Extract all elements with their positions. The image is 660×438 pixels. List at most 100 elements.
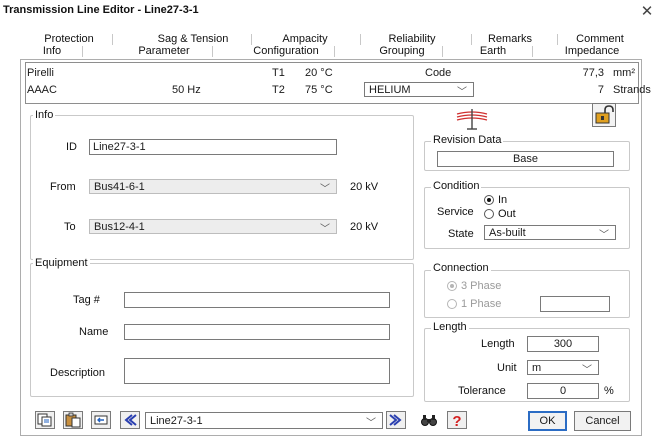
chevron-down-icon: ﹀	[582, 365, 592, 376]
one-phase-label: 1 Phase	[461, 298, 502, 310]
state-select[interactable]: As-built ﹀	[484, 225, 616, 241]
name-input[interactable]	[124, 324, 390, 340]
code-label: Code	[425, 67, 452, 79]
close-icon[interactable]: ✕	[639, 2, 655, 20]
chevron-down-icon: ﹀	[457, 87, 467, 98]
tolerance-input[interactable]: 0	[527, 383, 599, 399]
id-value: Line27-3-1	[93, 141, 146, 153]
tab-separator	[112, 34, 113, 45]
tab-configuration[interactable]: Configuration	[232, 45, 340, 57]
three-phase-radio[interactable]	[447, 281, 457, 291]
tab-comment[interactable]: Comment	[562, 33, 638, 45]
tolerance-label: Tolerance	[458, 385, 506, 397]
line-navigator-value: Line27-3-1	[150, 415, 203, 427]
code-value: HELIUM	[369, 84, 411, 96]
tolerance-unit: %	[604, 385, 614, 397]
tab-info[interactable]: Info	[30, 45, 74, 57]
t1-value: 20 °C	[305, 67, 333, 79]
tab-separator	[334, 46, 335, 57]
help-icon: ?	[452, 413, 461, 430]
tower-icon	[456, 107, 488, 131]
copy-button[interactable]	[35, 411, 55, 429]
tab-impedance[interactable]: Impedance	[546, 45, 638, 57]
unit-select[interactable]: m ﹀	[527, 360, 599, 376]
undo-button[interactable]	[91, 411, 111, 429]
next-icon	[389, 414, 402, 426]
next-button[interactable]	[386, 411, 406, 429]
area-unit: mm²	[613, 67, 635, 79]
tag-input[interactable]	[124, 292, 390, 308]
tab-sag-tension[interactable]: Sag & Tension	[142, 33, 244, 45]
tab-remarks[interactable]: Remarks	[470, 33, 550, 45]
phase-input[interactable]	[540, 296, 610, 312]
previous-button[interactable]	[120, 411, 140, 429]
paste-button[interactable]	[63, 411, 83, 429]
tab-separator	[442, 46, 443, 57]
cancel-button[interactable]: Cancel	[574, 411, 631, 431]
service-out-radio[interactable]	[484, 209, 494, 219]
tab-ampacity[interactable]: Ampacity	[256, 33, 354, 45]
paste-icon	[65, 412, 81, 428]
window-title: Transmission Line Editor - Line27-3-1	[3, 4, 199, 16]
strands-value: 7	[597, 84, 604, 96]
revision-group-label: Revision Data	[431, 134, 504, 146]
tab-reliability[interactable]: Reliability	[362, 33, 462, 45]
state-label: State	[448, 228, 474, 240]
tab-earth[interactable]: Earth	[454, 45, 532, 57]
to-bus-select[interactable]: Bus12-4-1 ﹀	[89, 219, 337, 235]
id-input[interactable]: Line27-3-1	[89, 139, 337, 155]
service-in-radio[interactable]	[484, 195, 494, 205]
tab-protection[interactable]: Protection	[30, 33, 108, 45]
prev-icon	[124, 414, 137, 426]
revision-field: Base	[437, 151, 614, 167]
copy-icon	[37, 413, 52, 427]
description-input[interactable]	[124, 358, 390, 384]
chevron-down-icon: ﹀	[366, 418, 376, 429]
tab-separator	[557, 34, 558, 45]
to-voltage: 20 kV	[350, 221, 379, 233]
area-value: 77,3	[582, 67, 604, 79]
help-button[interactable]: ?	[447, 411, 467, 430]
info-group-label: Info	[33, 109, 56, 121]
tolerance-value: 0	[559, 385, 567, 397]
undo-icon	[94, 415, 108, 425]
tab-parameter[interactable]: Parameter	[122, 45, 206, 57]
length-group-label: Length	[431, 321, 469, 333]
id-label: ID	[66, 141, 77, 153]
state-value: As-built	[489, 227, 526, 239]
condition-group-label: Condition	[431, 180, 482, 192]
from-bus-select[interactable]: Bus41-6-1 ﹀	[89, 179, 337, 195]
tab-separator	[532, 46, 533, 57]
one-phase-radio[interactable]	[447, 299, 457, 309]
unit-label: Unit	[497, 362, 517, 374]
editor-window: Transmission Line Editor - Line27-3-1 ✕ …	[0, 0, 660, 438]
service-label: Service	[437, 206, 474, 218]
t1-label: T1	[272, 67, 285, 79]
tab-grouping[interactable]: Grouping	[361, 45, 443, 57]
strands-unit: Strands	[613, 84, 651, 96]
from-label: From	[50, 181, 76, 193]
chevron-down-icon: ﹀	[320, 184, 330, 195]
t2-label: T2	[272, 84, 285, 96]
tab-separator	[212, 46, 213, 57]
t2-value: 75 °C	[305, 84, 333, 96]
from-voltage: 20 kV	[350, 181, 379, 193]
revision-value: Base	[512, 153, 539, 165]
from-bus-value: Bus41-6-1	[94, 181, 145, 193]
code-select[interactable]: HELIUM ﹀	[364, 82, 474, 98]
ok-button[interactable]: OK	[528, 411, 567, 431]
find-button[interactable]	[419, 411, 439, 429]
tag-label: Tag #	[73, 294, 100, 306]
length-input[interactable]: 300	[527, 336, 599, 352]
length-field-label: Length	[481, 338, 515, 350]
find-icon	[421, 415, 437, 426]
line-navigator-select[interactable]: Line27-3-1 ﹀	[145, 412, 383, 429]
name-label: Name	[79, 326, 109, 338]
tab-separator	[360, 34, 361, 45]
service-out-label: Out	[498, 208, 516, 220]
connection-group-label: Connection	[431, 262, 491, 274]
tab-separator	[251, 34, 252, 45]
conductor-type-value: AAAC	[27, 84, 57, 96]
padlock-icon[interactable]	[592, 103, 616, 127]
length-value: 300	[553, 338, 573, 350]
